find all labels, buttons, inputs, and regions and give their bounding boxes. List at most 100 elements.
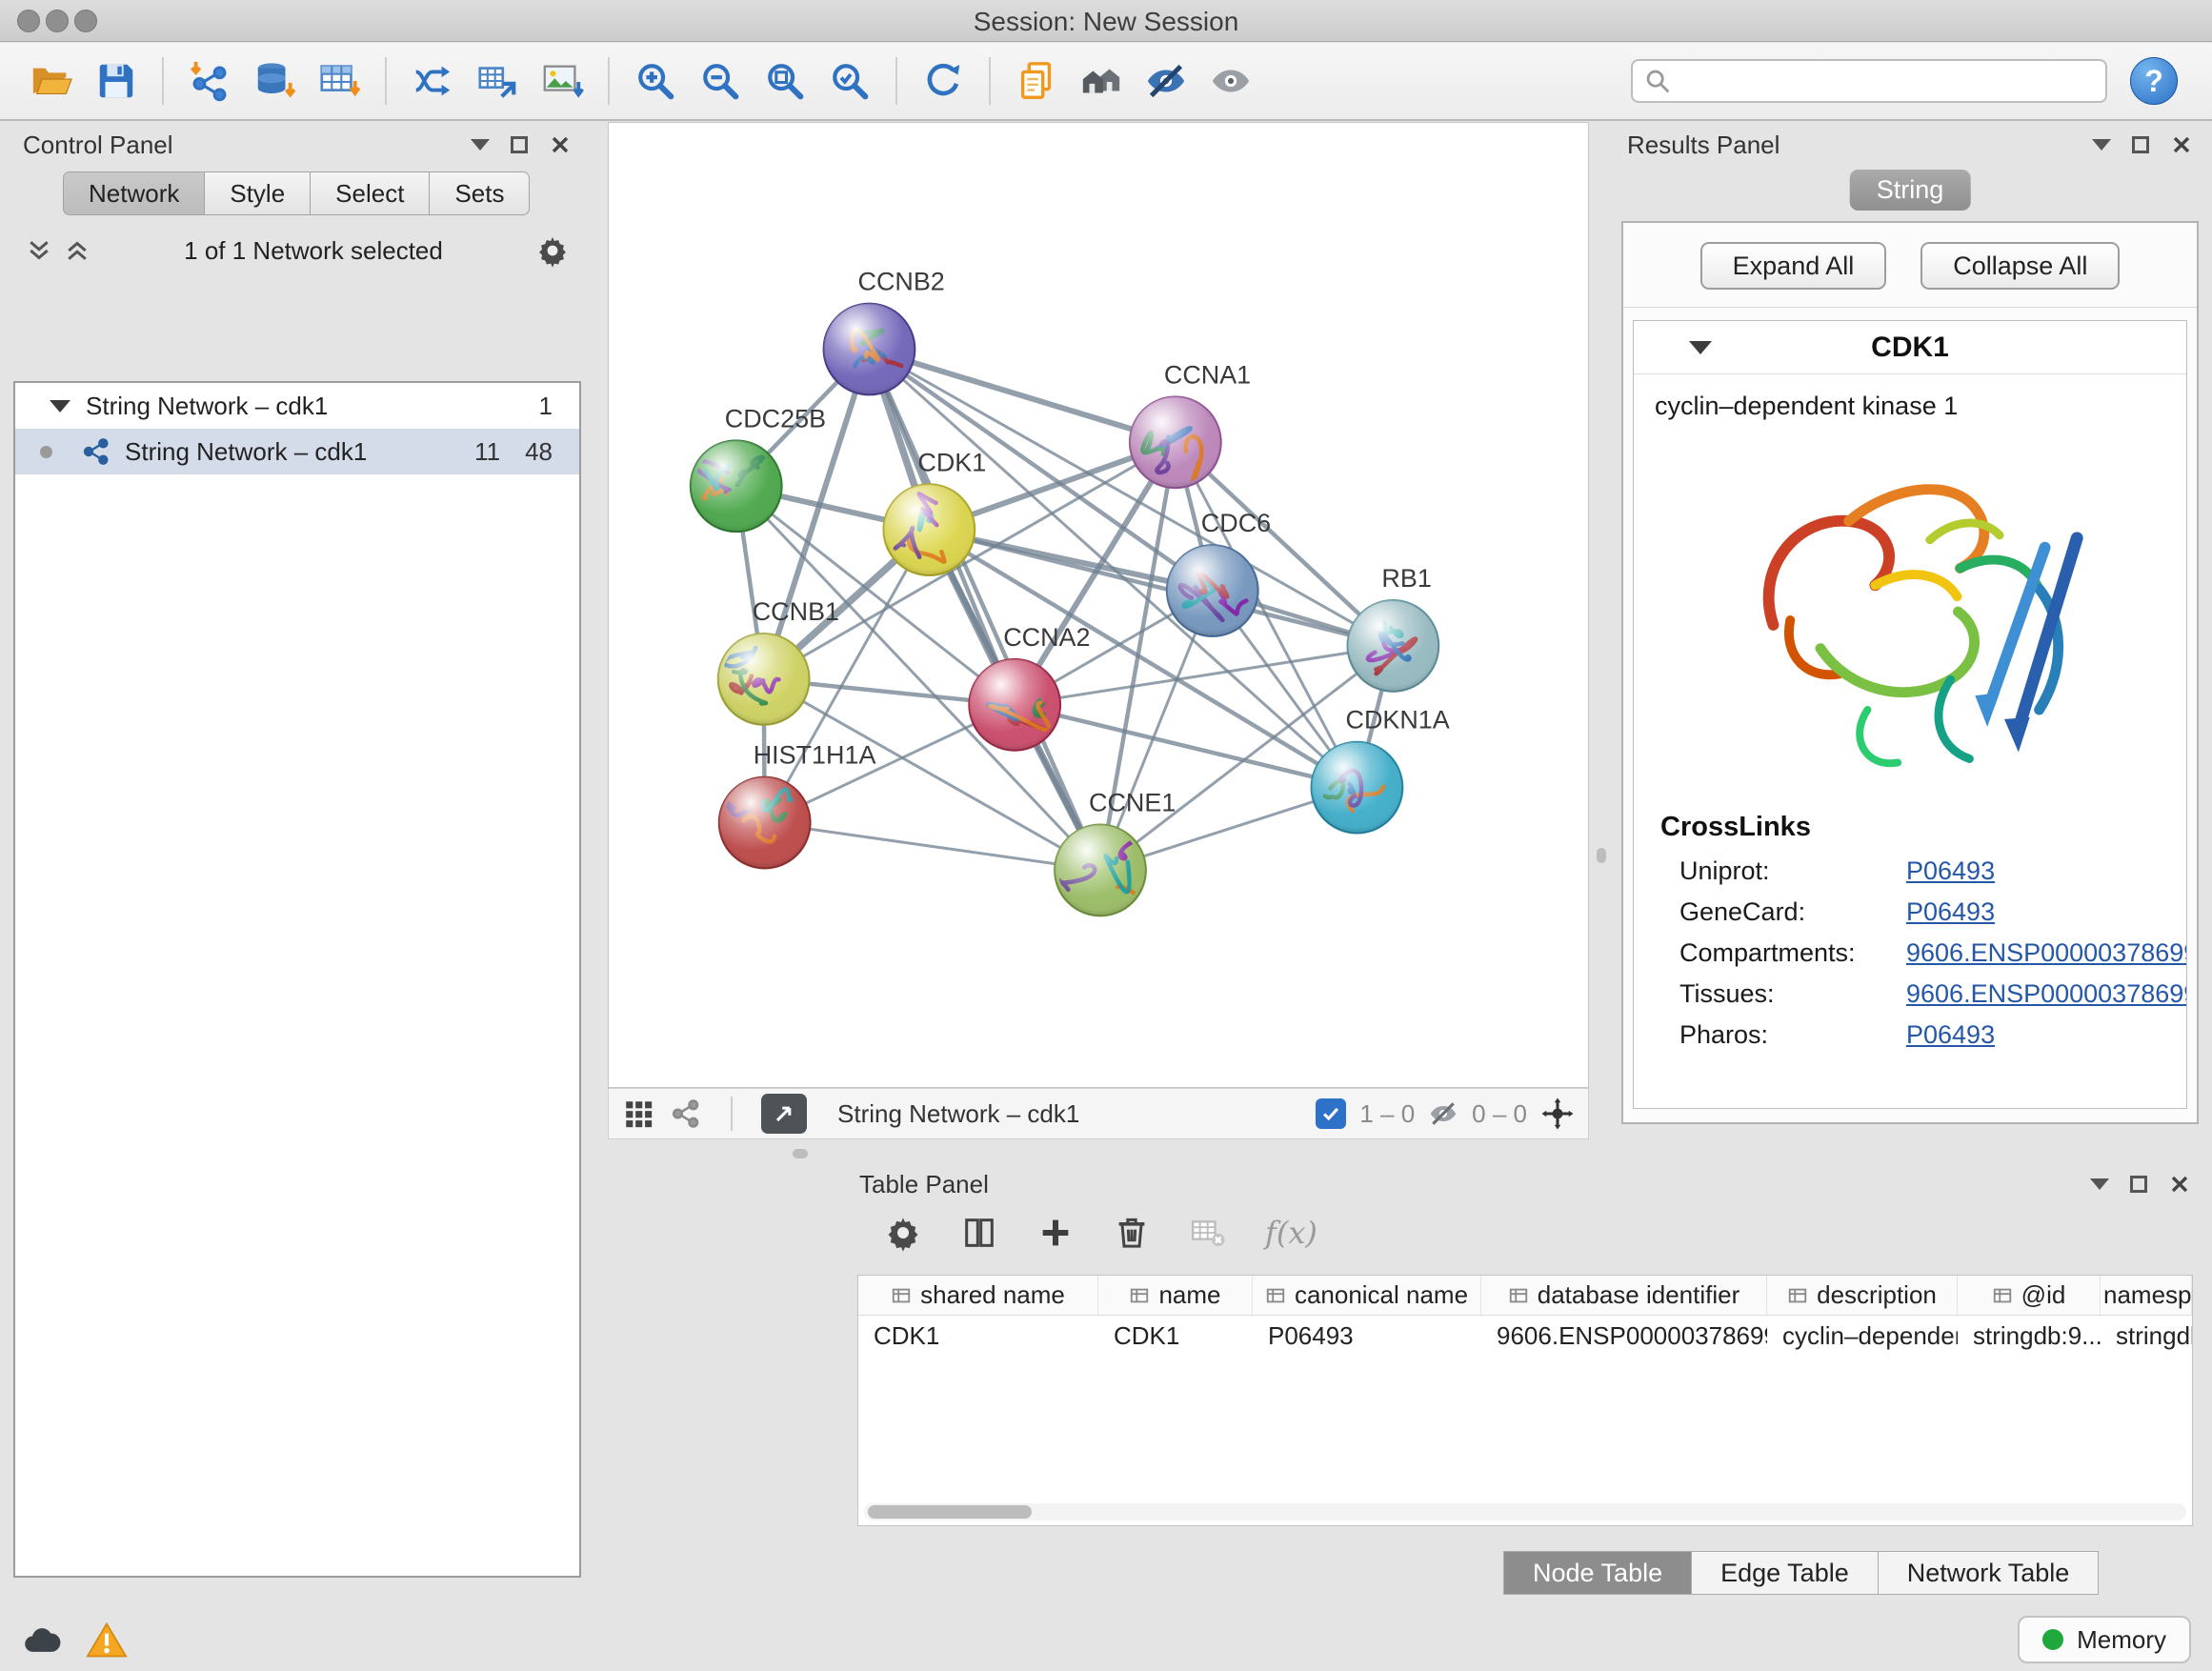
birdseye-view-button[interactable] — [761, 1094, 807, 1134]
crosslink-link[interactable]: 9606.ENSP00000378699 — [1906, 979, 2187, 1009]
table-cell[interactable]: stringdb — [2101, 1321, 2192, 1351]
network-node[interactable]: HIST1H1A — [719, 741, 876, 869]
function-builder-icon[interactable]: f(x) — [1265, 1215, 1317, 1251]
table-cell[interactable]: P06493 — [1253, 1321, 1481, 1351]
search-icon — [1644, 68, 1671, 94]
tab-edge-table[interactable]: Edge Table — [1692, 1551, 1879, 1595]
expand-all-button[interactable]: Expand All — [1700, 242, 1887, 290]
column-header[interactable]: database identifier — [1481, 1276, 1767, 1315]
collapse-all-networks-icon[interactable] — [25, 236, 53, 265]
panel-float-icon[interactable] — [2132, 136, 2149, 153]
vertical-splitter-handle[interactable] — [1597, 848, 1606, 863]
panel-menu-icon[interactable] — [471, 139, 490, 151]
network-node[interactable]: CDC25B — [691, 404, 826, 532]
show-columns-icon[interactable] — [960, 1214, 998, 1252]
tab-string[interactable]: String — [1850, 170, 1971, 211]
share-network-icon[interactable] — [670, 1097, 702, 1130]
table-cell[interactable]: 9606.ENSP00000378699 — [1481, 1321, 1767, 1351]
column-header[interactable]: @id — [1958, 1276, 2101, 1315]
horizontal-scrollbar[interactable] — [864, 1503, 2186, 1520]
search-input[interactable] — [1680, 67, 2094, 96]
expand-all-networks-icon[interactable] — [63, 236, 91, 265]
network-node[interactable]: CDKN1A — [1312, 706, 1450, 834]
network-edge[interactable] — [869, 350, 1175, 443]
table-cell[interactable]: CDK1 — [1098, 1321, 1253, 1351]
import-table-button[interactable] — [312, 53, 367, 109]
hide-selected-button[interactable] — [1138, 53, 1194, 109]
network-view-canvas[interactable]: CCNB2CCNA1CDC25BCDK1CDC6RB1CCNB1CCNA2CDK… — [608, 122, 1589, 1088]
network-node[interactable]: RB1 — [1347, 564, 1438, 692]
column-header[interactable]: namespac — [2101, 1276, 2192, 1315]
cloud-status-button[interactable] — [19, 1618, 65, 1663]
save-session-button[interactable] — [89, 53, 144, 109]
export-image-button[interactable] — [534, 53, 590, 109]
panel-menu-icon[interactable] — [2092, 139, 2111, 151]
scrollbar-thumb[interactable] — [868, 1505, 1032, 1519]
panel-float-icon[interactable] — [511, 136, 528, 153]
open-folder-icon — [30, 59, 73, 103]
network-collection-row[interactable]: String Network – cdk1 1 — [15, 383, 579, 429]
collapse-all-button[interactable]: Collapse All — [1920, 242, 2120, 290]
horizontal-splitter-handle[interactable] — [793, 1149, 808, 1158]
first-neighbors-button[interactable] — [1074, 53, 1129, 109]
tab-sets[interactable]: Sets — [429, 171, 530, 215]
column-header[interactable]: shared name — [858, 1276, 1098, 1315]
network-row[interactable]: String Network – cdk1 11 48 — [15, 429, 579, 474]
first-view-button[interactable] — [405, 53, 460, 109]
open-session-button[interactable] — [24, 53, 79, 109]
panel-close-icon[interactable] — [2168, 1173, 2191, 1196]
import-network-file-button[interactable] — [182, 53, 237, 109]
add-column-icon[interactable] — [1036, 1214, 1075, 1252]
tab-network-table[interactable]: Network Table — [1879, 1551, 2100, 1595]
new-network-from-selection-button[interactable] — [470, 53, 525, 109]
network-edge[interactable] — [765, 823, 1100, 871]
tab-network[interactable]: Network — [63, 171, 204, 215]
table-options-gear-icon[interactable] — [884, 1214, 922, 1252]
crosslink-link[interactable]: P06493 — [1906, 856, 1995, 886]
zoom-fit-button[interactable] — [757, 53, 813, 109]
network-graph[interactable]: CCNB2CCNA1CDC25BCDK1CDC6RB1CCNB1CCNA2CDK… — [609, 123, 1588, 1087]
table-cell[interactable]: CDK1 — [858, 1321, 1098, 1351]
crosslink-link[interactable]: 9606.ENSP00000378699 — [1906, 938, 2187, 968]
collection-label: String Network – cdk1 — [86, 392, 328, 421]
collection-expander-icon[interactable] — [50, 400, 70, 413]
crosslink-link[interactable]: P06493 — [1906, 1020, 1995, 1050]
tab-select[interactable]: Select — [310, 171, 429, 215]
panel-menu-icon[interactable] — [2090, 1178, 2109, 1190]
zoom-in-button[interactable] — [628, 53, 683, 109]
import-network-database-button[interactable] — [247, 53, 302, 109]
zoom-selected-icon — [828, 59, 872, 103]
network-options-gear-icon[interactable] — [535, 233, 570, 268]
column-header[interactable]: canonical name — [1253, 1276, 1481, 1315]
table-row[interactable]: CDK1 CDK1 P06493 9606.ENSP00000378699 cy… — [858, 1316, 2192, 1356]
show-all-button[interactable] — [1203, 53, 1258, 109]
refresh-button[interactable] — [915, 53, 971, 109]
selected-indicator-checkbox[interactable] — [1316, 1098, 1346, 1129]
tab-style[interactable]: Style — [204, 171, 310, 215]
delete-column-trash-icon[interactable] — [1113, 1214, 1151, 1252]
panel-close-icon[interactable] — [2170, 133, 2193, 156]
column-header[interactable]: name — [1098, 1276, 1253, 1315]
zoom-selected-button[interactable] — [822, 53, 877, 109]
network-edge[interactable] — [929, 530, 1393, 646]
hidden-eye-slash-icon[interactable] — [1428, 1098, 1458, 1129]
help-button[interactable]: ? — [2130, 57, 2178, 105]
tab-node-table[interactable]: Node Table — [1503, 1551, 1692, 1595]
panel-close-icon[interactable] — [549, 133, 572, 156]
network-node[interactable]: CCNA1 — [1130, 360, 1251, 488]
memory-button[interactable]: Memory — [2018, 1616, 2191, 1663]
table-cell[interactable]: stringdb:9... — [1958, 1321, 2101, 1351]
string-results-box: Expand All Collapse All CDK1 cyclin–depe… — [1621, 221, 2199, 1124]
grid-view-icon[interactable] — [622, 1097, 654, 1130]
pan-crosshair-icon[interactable] — [1540, 1097, 1575, 1131]
column-header[interactable]: description — [1767, 1276, 1958, 1315]
table-cell[interactable]: cyclin–dependent ... — [1767, 1321, 1958, 1351]
copy-button[interactable] — [1009, 53, 1064, 109]
panel-float-icon[interactable] — [2130, 1176, 2147, 1193]
network-node[interactable]: CCNB1 — [718, 597, 839, 725]
zoom-out-button[interactable] — [693, 53, 748, 109]
delete-table-icon[interactable] — [1189, 1214, 1227, 1252]
warnings-button[interactable] — [84, 1618, 130, 1663]
crosslink-link[interactable]: P06493 — [1906, 897, 1995, 927]
network-node[interactable]: CCNB2 — [824, 268, 945, 395]
